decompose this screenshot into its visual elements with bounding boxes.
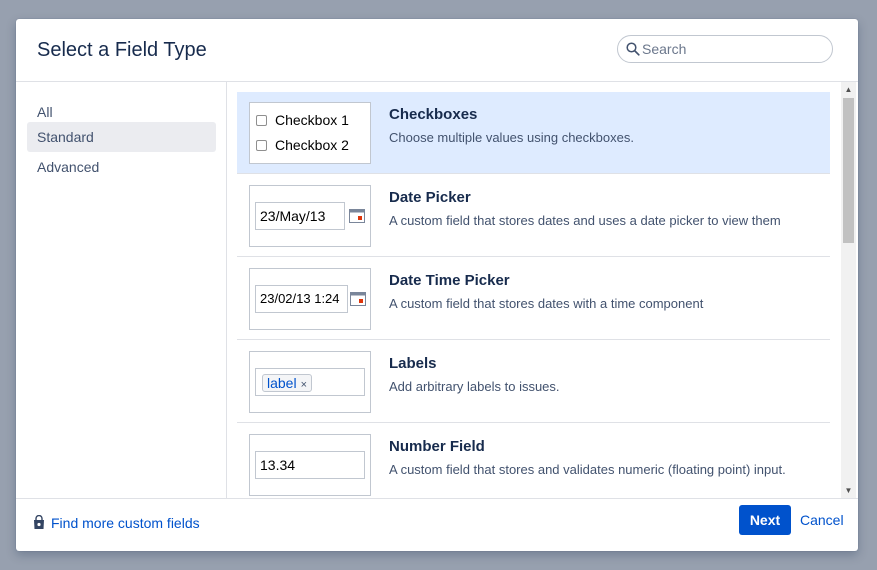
shopping-bag-icon <box>34 515 44 529</box>
field-type-title: Labels <box>389 355 437 372</box>
field-type-description: Choose multiple values using checkboxes. <box>389 130 634 145</box>
preview-date-input: 23/May/13 <box>255 202 345 230</box>
field-type-number-field[interactable]: 13.34 Number Field A custom field that s… <box>237 424 830 498</box>
cancel-button[interactable]: Cancel <box>800 512 844 528</box>
field-type-description: A custom field that stores dates with a … <box>389 296 704 311</box>
field-type-description: Add arbitrary labels to issues. <box>389 379 560 394</box>
calendar-icon <box>350 292 366 306</box>
number-field-preview: 13.34 <box>249 434 371 496</box>
list-scrollbar[interactable]: ▲ ▼ <box>841 82 856 498</box>
dialog-title: Select a Field Type <box>37 39 207 61</box>
checkbox-icon <box>256 140 267 151</box>
field-type-labels[interactable]: label × Labels Add arbitrary labels to is… <box>237 341 830 423</box>
scroll-thumb[interactable] <box>843 98 854 243</box>
field-type-date-time-picker[interactable]: 23/02/13 1:24 Date Time Picker A custom … <box>237 258 830 340</box>
field-type-checkboxes[interactable]: Checkbox 1 Checkbox 2 Checkboxes Choose … <box>237 92 830 174</box>
field-type-description: A custom field that stores dates and use… <box>389 213 781 228</box>
sidebar-item-advanced[interactable]: Advanced <box>27 152 216 182</box>
find-more-label: Find more custom fields <box>51 515 200 531</box>
search-box[interactable] <box>617 35 833 63</box>
field-type-description: A custom field that stores and validates… <box>389 462 786 477</box>
field-type-date-picker[interactable]: 23/May/13 Date Picker A custom field tha… <box>237 175 830 257</box>
category-sidebar: All Standard Advanced <box>16 82 227 498</box>
preview-datetime-input: 23/02/13 1:24 <box>255 285 348 313</box>
field-type-title: Checkboxes <box>389 106 478 123</box>
dialog-footer: Find more custom fields Next Cancel <box>16 498 858 552</box>
calendar-icon <box>349 209 365 223</box>
preview-labels-input: label × <box>255 368 365 396</box>
checkbox-icon <box>256 115 267 126</box>
remove-label-icon: × <box>300 379 308 391</box>
next-button[interactable]: Next <box>739 505 791 535</box>
field-type-list: Checkbox 1 Checkbox 2 Checkboxes Choose … <box>227 82 857 498</box>
select-field-type-dialog: Select a Field Type All Standard Advance… <box>16 19 858 551</box>
preview-checkbox-label: Checkbox 2 <box>275 137 349 153</box>
field-type-title: Date Time Picker <box>389 272 510 289</box>
labels-preview: label × <box>249 351 371 413</box>
label-lozenge: label × <box>262 374 313 392</box>
field-type-title: Date Picker <box>389 189 471 206</box>
checkboxes-preview: Checkbox 1 Checkbox 2 <box>249 102 371 164</box>
label-text: label <box>267 375 297 391</box>
date-time-picker-preview: 23/02/13 1:24 <box>249 268 371 330</box>
search-input[interactable] <box>642 40 822 58</box>
find-more-custom-fields-link[interactable]: Find more custom fields <box>33 515 200 531</box>
scroll-down-arrow-icon[interactable]: ▼ <box>841 483 856 498</box>
preview-checkbox-label: Checkbox 1 <box>275 112 349 128</box>
sidebar-item-standard[interactable]: Standard <box>27 122 216 152</box>
field-type-title: Number Field <box>389 438 485 455</box>
scroll-up-arrow-icon[interactable]: ▲ <box>841 82 856 97</box>
preview-number-input: 13.34 <box>255 451 365 479</box>
date-picker-preview: 23/May/13 <box>249 185 371 247</box>
dialog-header: Select a Field Type <box>16 19 858 82</box>
search-icon <box>626 42 640 56</box>
